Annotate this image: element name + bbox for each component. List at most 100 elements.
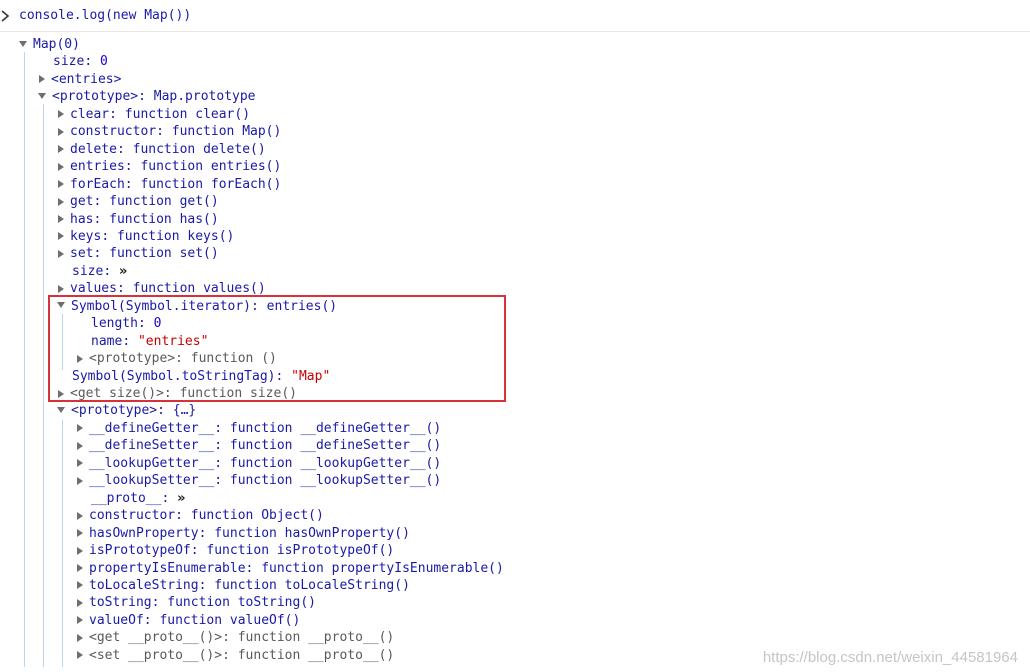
property-key: isPrototypeOf [89, 543, 191, 559]
property-value: function clear() [124, 106, 251, 122]
property-key: entries [70, 159, 125, 175]
tree-row[interactable]: __defineSetter__: function __defineSette… [76, 437, 441, 454]
property-key: get [70, 194, 94, 210]
tree-row[interactable]: hasOwnProperty: function hasOwnProperty(… [76, 525, 410, 542]
property-key: has [70, 211, 94, 227]
property-value: function __proto__() [237, 630, 395, 646]
property-value: function __defineGetter__() [229, 420, 442, 436]
getter-invoke-button[interactable]: » [177, 491, 185, 506]
tree-row[interactable]: __lookupGetter__: function __lookupGette… [76, 455, 441, 472]
collapsed-triangle-icon[interactable] [77, 616, 83, 625]
tree-row[interactable]: keys: function keys() [57, 228, 234, 245]
property-value: function toLocaleString() [214, 577, 410, 593]
collapsed-triangle-icon[interactable] [77, 424, 83, 433]
property-key: size [53, 54, 85, 70]
collapsed-triangle-icon[interactable] [77, 459, 83, 468]
property-key: constructor [89, 508, 176, 524]
tree-row: __proto__: » [91, 490, 186, 507]
expanded-triangle-icon[interactable] [57, 406, 65, 413]
separator: : [151, 595, 168, 611]
getter-invoke-button[interactable]: » [119, 264, 127, 279]
collapsed-triangle-icon[interactable] [58, 232, 64, 241]
separator: : [103, 263, 119, 279]
property-value: function __proto__() [237, 647, 395, 663]
expanded-triangle-icon[interactable] [19, 40, 27, 47]
property-value: function Object() [190, 508, 324, 524]
tree-row[interactable]: delete: function delete() [57, 141, 266, 158]
tree-row[interactable]: has: function has() [57, 211, 219, 228]
property-key: __lookupSetter__ [89, 473, 215, 489]
collapsed-triangle-icon[interactable] [77, 598, 83, 607]
property-key: clear [70, 106, 110, 122]
tree-row[interactable]: set: function set() [57, 245, 219, 262]
property-key: __proto__ [91, 490, 162, 506]
collapsed-triangle-icon[interactable] [77, 651, 83, 660]
collapsed-triangle-icon[interactable] [58, 162, 64, 171]
property-key: delete [70, 141, 117, 157]
collapsed-triangle-icon[interactable] [77, 529, 83, 538]
property-key: hasOwnProperty [89, 525, 199, 541]
property-key: valueOf [89, 612, 144, 628]
tree-row[interactable]: toLocaleString: function toLocaleString(… [76, 577, 410, 594]
tree-row[interactable]: __defineGetter__: function __defineGette… [76, 420, 441, 437]
collapsed-triangle-icon[interactable] [58, 284, 64, 293]
tree-row[interactable]: entries: function entries() [57, 158, 281, 175]
tree-row[interactable]: toString: function toString() [76, 594, 316, 611]
tree-row[interactable]: __lookupSetter__: function __lookupSette… [76, 472, 441, 489]
expanded-triangle-icon[interactable] [38, 92, 46, 99]
collapsed-triangle-icon[interactable] [58, 215, 64, 223]
property-value: {…} [172, 403, 197, 419]
tree-row: size: 0 [53, 53, 108, 70]
tree-row[interactable]: <entries> [38, 71, 121, 88]
property-key: __defineGetter__ [89, 420, 215, 436]
property-value: function get() [109, 194, 219, 210]
collapsed-triangle-icon[interactable] [58, 110, 64, 119]
separator: : [198, 577, 215, 593]
collapsed-triangle-icon[interactable] [39, 75, 45, 84]
tree-row[interactable]: <prototype>: {…} [57, 402, 196, 419]
separator: : [214, 420, 230, 436]
property-value: function isPrototypeOf() [206, 543, 395, 559]
tree-row[interactable]: get: function get() [57, 193, 219, 210]
separator: : [175, 508, 191, 524]
property-key: forEach [70, 176, 125, 192]
property-value: function delete() [132, 141, 266, 157]
property-value: function hasOwnProperty() [214, 525, 410, 541]
collapsed-triangle-icon[interactable] [77, 581, 83, 590]
collapsed-triangle-icon[interactable] [77, 511, 83, 520]
tree-row[interactable]: <prototype>: Map.prototype [38, 88, 256, 105]
collapsed-triangle-icon[interactable] [77, 546, 83, 555]
collapsed-triangle-icon[interactable] [77, 441, 83, 450]
separator: : [222, 647, 238, 663]
tree-row[interactable]: <set __proto__()>: function __proto__() [76, 647, 394, 664]
collapsed-triangle-icon[interactable] [58, 127, 64, 136]
tree-row[interactable]: <get __proto__()>: function __proto__() [76, 629, 394, 646]
collapsed-triangle-icon[interactable] [58, 249, 64, 258]
collapsed-triangle-icon[interactable] [77, 564, 83, 572]
property-value: function set() [109, 246, 219, 262]
tree-row[interactable]: propertyIsEnumerable: function propertyI… [76, 560, 504, 577]
tree-row[interactable]: constructor: function Map() [57, 123, 281, 140]
collapsed-triangle-icon[interactable] [58, 197, 64, 206]
property-value: function __defineSetter__() [229, 438, 442, 454]
tree-row[interactable]: isPrototypeOf: function isPrototypeOf() [76, 542, 394, 559]
tree-row[interactable]: Map(0) [19, 36, 80, 53]
collapsed-triangle-icon[interactable] [58, 180, 64, 189]
property-value: function forEach() [140, 176, 282, 192]
property-key: propertyIsEnumerable [89, 560, 246, 576]
property-key: <prototype> [52, 89, 139, 105]
console-input-line[interactable]: console.log(new Map()) [0, 0, 1030, 32]
tree-row[interactable]: valueOf: function valueOf() [76, 612, 300, 629]
tree-row[interactable]: constructor: function Object() [76, 507, 324, 524]
tree-row[interactable]: forEach: function forEach() [57, 176, 281, 193]
separator: : [124, 176, 141, 192]
tree-row[interactable]: clear: function clear() [57, 106, 250, 123]
collapsed-triangle-icon[interactable] [77, 633, 83, 642]
property-key: Map(0) [33, 37, 80, 52]
collapsed-triangle-icon[interactable] [58, 145, 64, 154]
separator: : [214, 473, 230, 489]
chevron-right-icon [1, 10, 10, 22]
property-value: function propertyIsEnumerable() [261, 560, 504, 576]
console-command: console.log(new Map()) [19, 8, 192, 23]
collapsed-triangle-icon[interactable] [77, 476, 83, 485]
